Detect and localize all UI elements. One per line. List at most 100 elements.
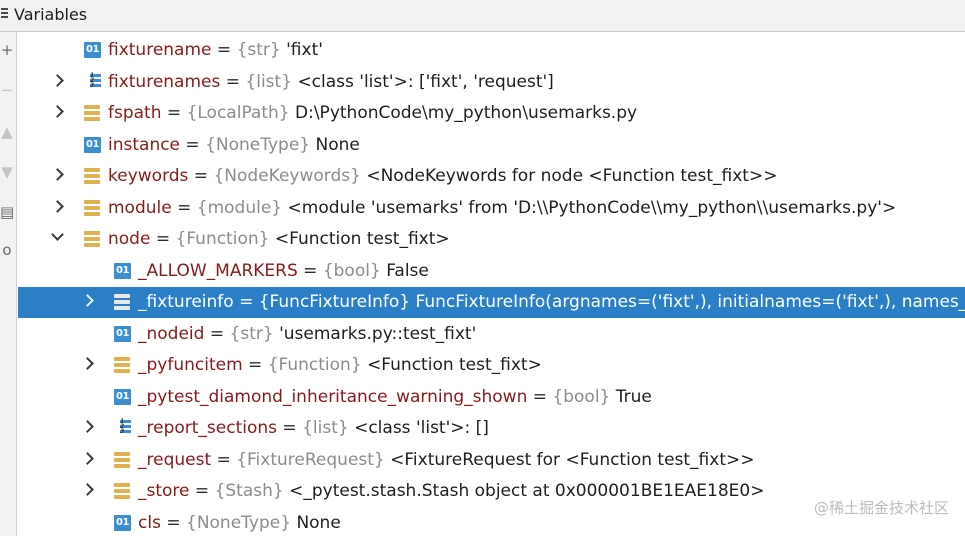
equals-sign: = — [160, 513, 186, 533]
variable-type: {NoneType} — [186, 513, 292, 533]
equals-sign: = — [204, 324, 230, 344]
primitive-icon: 01 — [114, 326, 131, 342]
variable-row-fixturenames[interactable]: 1 2 3 fixturenames = {list} <class 'list'>:… — [18, 67, 965, 98]
variable-name: instance — [108, 135, 181, 155]
remove-watch-icon[interactable]: − — [0, 82, 14, 98]
object-icon — [84, 231, 101, 247]
variable-name: _nodeid — [138, 324, 205, 344]
variable-type: {list} — [245, 72, 293, 92]
equals-sign: = — [188, 166, 214, 186]
variable-name: fixturenames — [108, 72, 221, 92]
menu-lines-icon[interactable] — [1, 8, 9, 22]
chevron-right-icon[interactable] — [51, 200, 64, 213]
variable-name: _store — [138, 481, 190, 501]
variable-type: {NoneType} — [205, 135, 311, 155]
variable-text: _ALLOW_MARKERS = {bool} False — [138, 256, 429, 287]
chevron-down-icon[interactable] — [51, 228, 64, 241]
variable-row-allow-markers[interactable]: 01 _ALLOW_MARKERS = {bool} False — [18, 256, 965, 287]
variable-name: _report_sections — [138, 418, 278, 438]
variable-name: _fixtureinfo — [138, 292, 234, 312]
variable-value: None — [296, 513, 341, 533]
variable-row-fixturename[interactable]: 01 fixturename = {str} 'fixt' — [18, 35, 965, 66]
variable-text: _fixtureinfo = {FuncFixtureInfo} FuncFix… — [138, 287, 965, 318]
chevron-right-icon[interactable] — [81, 452, 94, 465]
primitive-icon: 01 — [114, 389, 131, 405]
variable-row-pytest-diamond-inheritance-warning-shown[interactable]: 01 _pytest_diamond_inheritance_warning_sh… — [18, 382, 965, 413]
variable-type: {list} — [302, 418, 349, 438]
variable-row-instance[interactable]: 01 instance = {NoneType} None — [18, 130, 965, 161]
variable-value: True — [615, 387, 652, 407]
variable-type: {str} — [236, 40, 281, 60]
panel-title: Variables — [14, 5, 88, 24]
variable-text: _request = {FixtureRequest} <FixtureRequ… — [138, 445, 754, 476]
variable-text: fixturenames = {list} <class 'list'>: ['… — [108, 67, 554, 98]
equals-sign: = — [189, 481, 215, 501]
variable-value: 'usemarks.py::test_fixt' — [279, 324, 477, 344]
copy-icon[interactable]: ▤ — [0, 204, 14, 220]
variable-type: {Stash} — [214, 481, 284, 501]
chevron-right-icon[interactable] — [81, 420, 94, 433]
variable-row-module[interactable]: module = {module} <module 'usemarks' fro… — [18, 193, 965, 224]
move-down-icon[interactable]: ▼ — [0, 164, 14, 180]
watermark: @稀土掘金技术社区 — [813, 499, 949, 517]
variable-row-nodeid[interactable]: 01 _nodeid = {str} 'usemarks.py::test_fix… — [18, 319, 965, 350]
variable-value: <_pytest.stash.Stash object at 0x000001B… — [289, 481, 765, 501]
variable-text: _report_sections = {list} <class 'list'>… — [138, 413, 489, 444]
variable-name: _request — [138, 450, 212, 470]
variable-value: FuncFixtureInfo(argnames=('fixt',), init… — [415, 292, 965, 312]
equals-sign: = — [180, 135, 206, 155]
variable-name: _pytest_diamond_inheritance_warning_show… — [138, 387, 528, 407]
variable-text: _store = {Stash} <_pytest.stash.Stash ob… — [138, 476, 764, 507]
variable-row-pyfuncitem[interactable]: _pyfuncitem = {Function} <Function test_… — [18, 350, 965, 381]
variable-value: False — [386, 261, 429, 281]
chevron-right-icon[interactable] — [81, 483, 94, 496]
variable-name: node — [108, 229, 151, 249]
variable-type: {Function} — [175, 229, 270, 249]
variable-text: _pytest_diamond_inheritance_warning_show… — [138, 382, 652, 413]
variable-type: {str} — [229, 324, 274, 344]
chevron-right-icon[interactable] — [51, 168, 64, 181]
variable-text: cls = {NoneType} None — [138, 508, 341, 536]
variable-text: node = {Function} <Function test_fixt> — [108, 224, 450, 255]
variable-name: fspath — [108, 103, 162, 123]
equals-sign: = — [211, 450, 237, 470]
variable-row-fixtureinfo[interactable]: _fixtureinfo = {FuncFixtureInfo} FuncFix… — [18, 287, 965, 318]
chevron-right-icon[interactable] — [51, 105, 64, 118]
equals-sign: = — [161, 103, 187, 123]
variable-name: module — [108, 198, 172, 218]
variable-value: D:\PythonCode\my_python\usemarks.py — [295, 103, 638, 123]
equals-sign: = — [233, 292, 259, 312]
variable-value: 'fixt' — [286, 40, 323, 60]
list-icon: 123 — [114, 419, 131, 436]
list-icon: 123 — [84, 73, 101, 90]
chevron-right-icon[interactable] — [81, 357, 94, 370]
variable-value: None — [315, 135, 360, 155]
variable-value: <Function test_fixt> — [367, 355, 542, 375]
variable-row-keywords[interactable]: keywords = {NodeKeywords} <NodeKeywords … — [18, 161, 965, 192]
variable-row-request[interactable]: _request = {FixtureRequest} <FixtureRequ… — [18, 445, 965, 476]
variable-value: <NodeKeywords for node <Function test_fi… — [366, 166, 778, 186]
equals-sign: = — [150, 229, 176, 249]
variable-type: {bool} — [552, 387, 611, 407]
variable-type: {LocalPath} — [186, 103, 290, 123]
move-up-icon[interactable]: ▲ — [0, 124, 14, 140]
variable-text: _pyfuncitem = {Function} <Function test_… — [138, 350, 542, 381]
object-icon — [84, 105, 101, 121]
variables-tree[interactable]: 01 fixturename = {str} 'fixt' 1 2 3 fixturena… — [18, 35, 965, 536]
variable-row-fspath[interactable]: fspath = {LocalPath} D:\PythonCode\my_py… — [18, 98, 965, 129]
variable-name: _pyfuncitem — [138, 355, 243, 375]
object-icon — [84, 168, 101, 184]
variable-type: {FuncFixtureInfo} — [258, 292, 411, 312]
glasses-icon[interactable]: o — [0, 242, 14, 258]
object-icon — [114, 357, 131, 373]
variable-row-node[interactable]: node = {Function} <Function test_fixt> — [18, 224, 965, 255]
variable-text: fspath = {LocalPath} D:\PythonCode\my_py… — [108, 98, 637, 129]
variable-row-report-sections[interactable]: 1 2 3 _report_sections = {list} <class 'lis… — [18, 413, 965, 444]
debug-toolbar: + − ▲ ▼ ▤ o — [0, 32, 17, 536]
object-icon — [84, 200, 101, 216]
primitive-icon: 01 — [114, 515, 131, 531]
add-watch-icon[interactable]: + — [0, 42, 14, 58]
chevron-right-icon[interactable] — [51, 74, 64, 87]
chevron-right-icon[interactable] — [81, 294, 94, 307]
equals-sign: = — [297, 261, 323, 281]
